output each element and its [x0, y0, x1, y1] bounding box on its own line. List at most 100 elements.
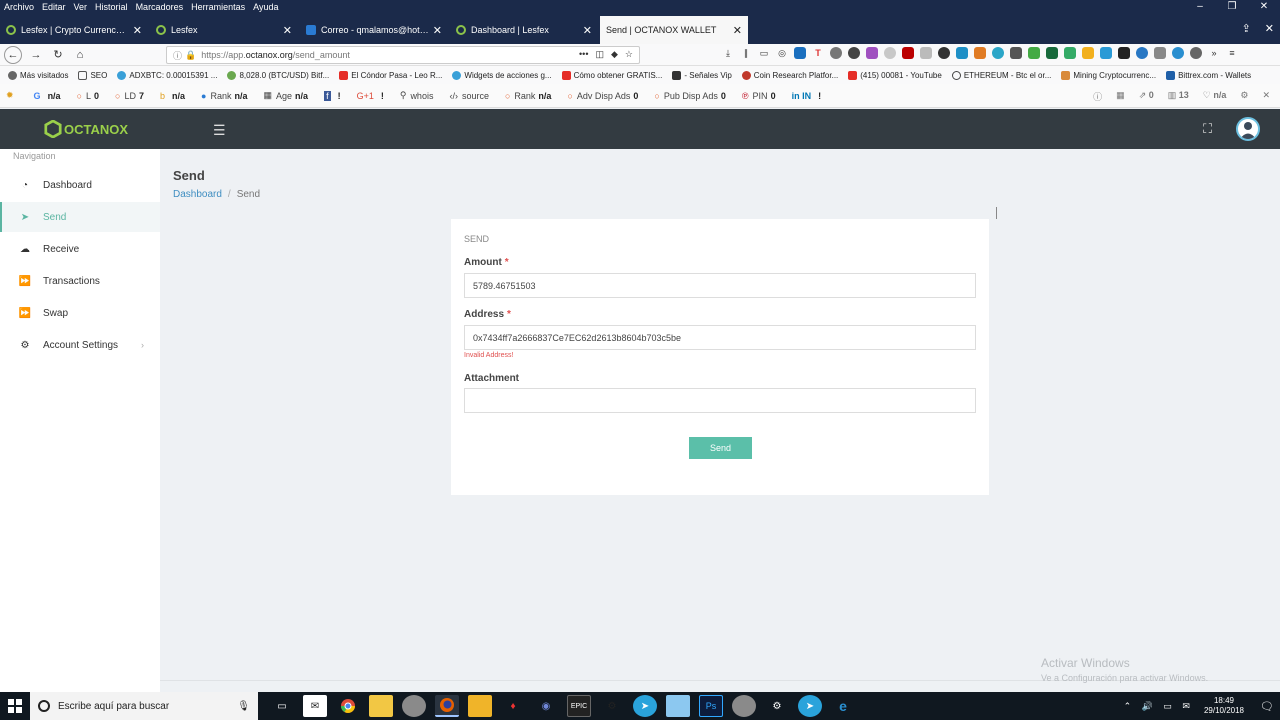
- sidebar-item-account-settings[interactable]: ⚙ Account Settings ›: [0, 330, 160, 360]
- extension-icon[interactable]: [848, 47, 860, 59]
- send-button[interactable]: Send: [689, 437, 752, 459]
- seo-item[interactable]: f!: [324, 90, 341, 101]
- close-icon[interactable]: ✕: [1262, 90, 1270, 103]
- menu-archivo[interactable]: Archivo: [4, 2, 34, 12]
- browser-tab[interactable]: Correo - qmalamos@hotmail. ✕: [300, 16, 448, 44]
- grid-icon[interactable]: ▦: [1116, 90, 1125, 103]
- seo-item[interactable]: G+1!: [357, 91, 384, 101]
- info-icon[interactable]: ⓘ: [1093, 90, 1102, 103]
- menu-ayuda[interactable]: Ayuda: [253, 2, 278, 12]
- extension-icon[interactable]: [866, 47, 878, 59]
- seo-item[interactable]: ○ L 0: [77, 91, 99, 101]
- tray-icons[interactable]: ⌃ 🔊 ▭ ✉: [1124, 701, 1194, 712]
- bookmark-item[interactable]: Widgets de acciones g...: [452, 70, 552, 80]
- tab-close-icon[interactable]: ✕: [283, 24, 292, 37]
- bookmark-item[interactable]: El Cóndor Pasa - Leo R...: [339, 70, 442, 80]
- discord-icon[interactable]: ◉: [534, 695, 558, 717]
- taskbar-search-box[interactable]: Escribe aquí para buscar 🎙: [30, 692, 258, 720]
- app-icon[interactable]: [468, 695, 492, 717]
- extension-icon[interactable]: [1154, 47, 1166, 59]
- edge-icon[interactable]: e: [831, 695, 855, 717]
- bookmark-item[interactable]: ETHEREUM - Btc el or...: [951, 70, 1051, 80]
- tab-close-icon[interactable]: ✕: [583, 24, 592, 37]
- pocket-icon[interactable]: ◫: [595, 49, 604, 60]
- minimize-icon[interactable]: –: [1184, 0, 1216, 14]
- extension-icon[interactable]: [920, 47, 932, 59]
- extension-icon[interactable]: [1010, 47, 1022, 59]
- tab-close-icon[interactable]: ✕: [733, 24, 742, 37]
- extension-icon[interactable]: [992, 47, 1004, 59]
- app-icon[interactable]: EPIC: [567, 695, 591, 717]
- extension-icon[interactable]: [1136, 47, 1148, 59]
- menu-herramientas[interactable]: Herramientas: [191, 2, 245, 12]
- sidebar-item-swap[interactable]: ⏩ Swap: [0, 298, 160, 328]
- seo-item[interactable]: ○ Adv Disp Ads 0: [567, 91, 638, 101]
- microphone-icon[interactable]: 🎙: [237, 701, 250, 712]
- task-view-icon[interactable]: ▭: [270, 695, 294, 717]
- menu-ver[interactable]: Ver: [74, 2, 88, 12]
- seo-item[interactable]: ○ LD 7: [115, 91, 144, 101]
- fullscreen-icon[interactable]: ⛶: [1203, 121, 1212, 137]
- extension-icon[interactable]: [1172, 47, 1184, 59]
- extension-icon[interactable]: T: [812, 47, 824, 59]
- seo-item[interactable]: ‹/› source: [449, 91, 489, 101]
- octanox-logo[interactable]: OCTANOX: [44, 120, 128, 138]
- app-icon[interactable]: [402, 695, 426, 717]
- breadcrumb-dashboard-link[interactable]: Dashboard: [173, 189, 222, 200]
- seo-item[interactable]: ○ Pub Disp Ads 0: [654, 91, 725, 101]
- app-icon[interactable]: [732, 695, 756, 717]
- extension-icon[interactable]: [938, 47, 950, 59]
- attachment-input[interactable]: [464, 388, 976, 413]
- url-bar[interactable]: ⓘ 🔒 https://app. octanox.org/send_amount …: [166, 46, 640, 64]
- info-icon[interactable]: ⓘ: [173, 49, 182, 62]
- back-button[interactable]: ←: [4, 45, 22, 64]
- app-icon[interactable]: ♦: [501, 695, 525, 717]
- home-button[interactable]: ⌂: [72, 47, 88, 63]
- address-input[interactable]: [464, 325, 976, 350]
- bookmark-star-icon[interactable]: ☆: [625, 49, 633, 60]
- telegram-icon[interactable]: ➤: [633, 695, 657, 717]
- extension-icon[interactable]: [1064, 47, 1076, 59]
- clock[interactable]: 18:49 29/10/2018: [1204, 696, 1244, 716]
- bookmark-item[interactable]: Bittrex.com - Wallets: [1166, 70, 1251, 80]
- file-explorer-icon[interactable]: [369, 695, 393, 717]
- bookmark-item[interactable]: Más visitados: [8, 70, 68, 80]
- menu-editar[interactable]: Editar: [42, 2, 66, 12]
- notification-center-icon[interactable]: 🗨: [1254, 700, 1280, 713]
- bookmark-item[interactable]: 8,028.0 (BTC/USD) Bitf...: [227, 70, 329, 80]
- bookmark-item[interactable]: (415) 00081 - YouTube: [848, 70, 942, 80]
- seo-item[interactable]: ○ Rank n/a: [505, 91, 551, 101]
- browser-tab[interactable]: Lesfex ✕: [150, 16, 298, 44]
- bookmark-item[interactable]: Coin Research Platfor...: [741, 70, 838, 80]
- forward-button[interactable]: →: [28, 47, 44, 63]
- sidebar-item-dashboard[interactable]: ◔ Dashboard: [0, 170, 160, 200]
- browser-tab-active[interactable]: Send | OCTANOX WALLET ✕: [600, 16, 748, 44]
- settings-icon[interactable]: ⚙: [1240, 90, 1248, 103]
- download-icon[interactable]: ⤓: [722, 47, 734, 59]
- sidebar-item-receive[interactable]: ☁ Receive: [0, 234, 160, 264]
- extension-icon[interactable]: ◆: [611, 49, 618, 60]
- extension-icon[interactable]: [1046, 47, 1058, 59]
- extension-icon[interactable]: [1082, 47, 1094, 59]
- extension-icon[interactable]: [1100, 47, 1112, 59]
- hamburger-menu-icon[interactable]: ☰: [213, 122, 226, 139]
- avatar[interactable]: [1236, 117, 1260, 141]
- seo-item[interactable]: ● Rank n/a: [201, 91, 247, 101]
- close-icon[interactable]: ✕: [1248, 0, 1280, 14]
- overflow-icon[interactable]: »: [1208, 47, 1220, 59]
- seo-item[interactable]: b n/a: [160, 91, 185, 101]
- page-actions-icon[interactable]: •••: [579, 49, 588, 60]
- chrome-icon[interactable]: [336, 695, 360, 717]
- settings-icon[interactable]: ⚙: [765, 695, 789, 717]
- extension-icon[interactable]: [830, 47, 842, 59]
- extension-icon[interactable]: [1118, 47, 1130, 59]
- sidebar-item-send[interactable]: ➤ Send: [0, 202, 160, 232]
- firefox-icon[interactable]: [435, 695, 459, 717]
- account-icon[interactable]: ⇪: [1242, 22, 1251, 35]
- tab-close-icon[interactable]: ✕: [133, 24, 142, 37]
- extension-icon[interactable]: [794, 47, 806, 59]
- sidebar-icon[interactable]: ▭: [758, 47, 770, 59]
- bookmark-item[interactable]: - Señales Vip: [672, 70, 732, 80]
- extension-icon[interactable]: [884, 47, 896, 59]
- extension-icon[interactable]: [956, 47, 968, 59]
